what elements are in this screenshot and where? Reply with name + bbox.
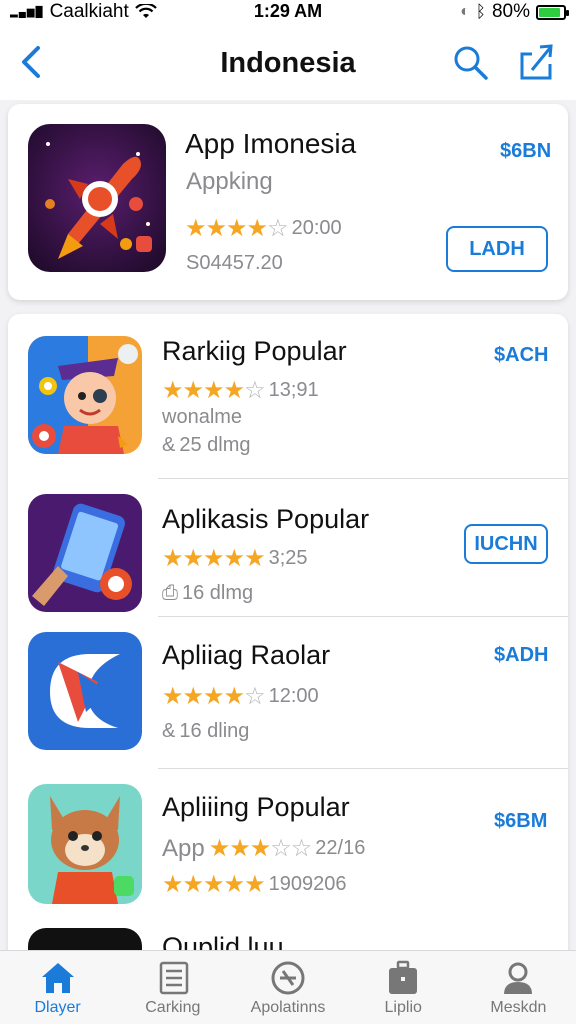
downloads-icon: & (162, 434, 176, 456)
review-count: 12:00 (268, 685, 319, 707)
review-count: 3;25 (268, 547, 308, 569)
tab-label: Liplio (384, 999, 422, 1016)
app-rating: ★★★★★ 3;25 (162, 544, 308, 573)
briefcase-icon (389, 960, 418, 994)
review-count: 22/16 (315, 837, 366, 859)
app-price[interactable]: $ADH (494, 644, 548, 667)
page-title: Indonesia (220, 46, 356, 79)
app-downloads: & 16 dling (162, 720, 250, 742)
app-name: Apliiing Popular (162, 792, 350, 822)
row-divider (158, 768, 568, 769)
chevron-left-icon[interactable] (14, 42, 48, 82)
downloads-icon: & (162, 720, 176, 742)
row-divider (158, 616, 568, 617)
tab-library[interactable]: Liplio (346, 951, 461, 1024)
status-right: ◐ ᛒ 80% (460, 1, 569, 23)
rating-stars: ★★★★★ (162, 871, 266, 898)
app-subtitle: App (162, 834, 205, 862)
app-icon[interactable] (28, 336, 142, 454)
tab-label: Dlayer (34, 999, 81, 1016)
bluetooth-icon: ᛒ (475, 2, 486, 21)
person-icon (504, 962, 533, 994)
featured-app-name: App Imonesia (185, 128, 357, 159)
featured-app-category: Appking (186, 168, 273, 195)
app-icon[interactable] (28, 494, 142, 612)
tab-label: Apolatinns (250, 999, 326, 1016)
app-name: Rarkiig Popular (162, 336, 347, 366)
app-downloads: ⎙ 16 dlmg (162, 582, 254, 604)
tab-label: Carking (145, 999, 201, 1016)
review-count: 13;91 (268, 379, 319, 401)
app-name: Apliiag Raolar (162, 640, 331, 670)
apps-icon (271, 961, 305, 995)
battery-percent: 80% (491, 1, 530, 22)
app-icon[interactable] (28, 784, 142, 904)
app-icon[interactable] (28, 632, 142, 750)
rating-stars: ★★★★☆ (185, 215, 289, 242)
share-icon[interactable] (518, 42, 556, 82)
get-button[interactable]: IUCHN (464, 524, 548, 564)
featured-app-icon (28, 124, 166, 272)
featured-price[interactable]: $6BN (500, 140, 551, 163)
search-icon[interactable] (452, 44, 490, 82)
app-name: Aplikasis Popular (162, 504, 370, 534)
tab-label: Meskdn (490, 999, 547, 1016)
featured-app-card[interactable]: App Imonesia Appking ★★★★☆ 20:00 S04457.… (8, 104, 568, 300)
list-icon (159, 961, 189, 995)
status-bar: ▂▄▆█ Caalkiaht 1:29 AM ◐ ᛒ 80% (0, 0, 576, 26)
app-list: Rarkiig Popular ★★★★☆ 13;91 wonalme & 25… (8, 314, 568, 954)
rating-stars: ★★★★☆ (162, 683, 266, 710)
app-subtitle: wonalme (162, 406, 243, 428)
rating-stars: ★★★★☆ (162, 377, 266, 404)
tab-profile[interactable]: Meskdn (461, 951, 576, 1024)
lock-rotation-icon: ◐ (460, 3, 470, 20)
app-rating: ★★★★☆ 13;91 (162, 376, 319, 405)
get-button[interactable]: LADH (446, 226, 548, 272)
tab-home[interactable]: Dlayer (0, 951, 115, 1024)
app-rating: App ★★★☆☆ 22/16 (162, 834, 365, 863)
tab-bar: Dlayer Carking Apolatinns Liplio Meskdn (0, 950, 576, 1024)
rating-stars: ★★★★★ (162, 545, 266, 572)
featured-app-rating: ★★★★☆ 20:00 (185, 214, 342, 243)
app-price[interactable]: $ACH (494, 344, 548, 367)
featured-app-secondary: S04457.20 (186, 252, 283, 274)
app-rating: ★★★★☆ 12:00 (162, 682, 319, 711)
tab-apps[interactable]: Apolatinns (230, 951, 345, 1024)
app-downloads: & 25 dlmg (162, 434, 251, 456)
lock-icon: ⎙ (162, 582, 178, 604)
row-divider (158, 478, 568, 479)
rating-stars: ★★★☆☆ (208, 835, 313, 862)
review-count: 20:00 (291, 217, 342, 239)
battery-icon (536, 4, 569, 20)
app-price[interactable]: $6BM (494, 810, 547, 833)
home-icon (41, 963, 74, 993)
navigation-bar: Indonesia (0, 26, 576, 100)
review-count: 1909206 (268, 873, 347, 895)
app-rating-secondary: ★★★★★ 1909206 (162, 870, 346, 899)
tab-ranking[interactable]: Carking (115, 951, 230, 1024)
